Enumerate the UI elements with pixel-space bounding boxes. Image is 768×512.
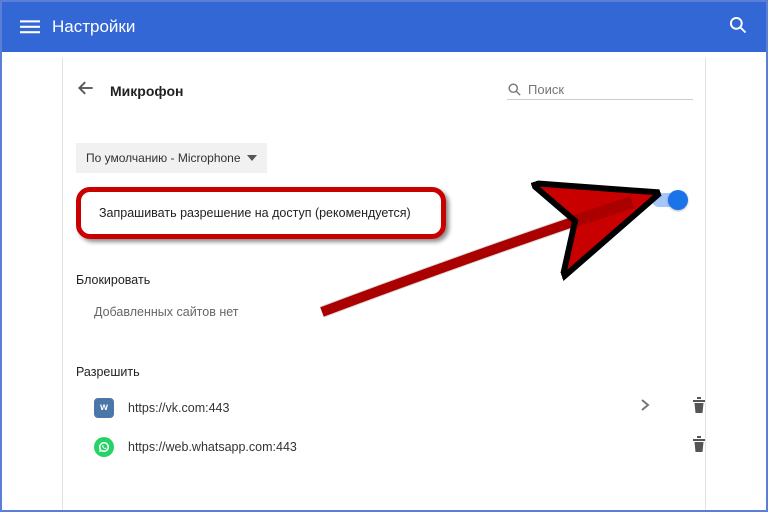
- back-arrow-icon[interactable]: [76, 78, 96, 103]
- whatsapp-icon: [94, 437, 114, 457]
- dropdown-label: По умолчанию - Microphone: [86, 151, 241, 165]
- vk-icon: w: [94, 398, 114, 418]
- site-url: https://vk.com:443: [128, 401, 632, 415]
- divider: [705, 58, 706, 510]
- menu-icon[interactable]: [20, 17, 40, 37]
- page-title: Микрофон: [110, 83, 183, 99]
- allow-heading: Разрешить: [76, 365, 706, 379]
- block-heading: Блокировать: [76, 273, 706, 287]
- allowed-site-row: w https://vk.com:443: [76, 397, 706, 418]
- microphone-device-dropdown[interactable]: По умолчанию - Microphone: [76, 143, 267, 173]
- search-input[interactable]: [522, 82, 704, 97]
- search-icon: [507, 82, 522, 97]
- app-bar: Настройки: [2, 2, 766, 52]
- divider: [62, 58, 63, 510]
- block-empty-text: Добавленных сайтов нет: [94, 305, 706, 319]
- ask-permission-label: Запрашивать разрешение на доступ (рекоме…: [99, 206, 411, 220]
- search-icon[interactable]: [728, 15, 748, 40]
- caret-down-icon: [247, 153, 257, 163]
- ask-permission-toggle[interactable]: [652, 193, 686, 207]
- ask-permission-row: Запрашивать разрешение на доступ (рекоме…: [76, 187, 446, 239]
- content-area: Микрофон По умолчанию - Microphone Запра…: [2, 52, 766, 457]
- delete-icon[interactable]: [692, 436, 706, 457]
- allowed-site-row: https://web.whatsapp.com:443: [76, 436, 706, 457]
- search-field[interactable]: [507, 80, 693, 100]
- delete-icon[interactable]: [692, 397, 706, 418]
- toggle-knob: [668, 190, 688, 210]
- site-url: https://web.whatsapp.com:443: [128, 440, 632, 454]
- settings-window: Настройки Микрофон По умолчанию - Microp…: [0, 0, 768, 512]
- chevron-right-icon[interactable]: [640, 398, 650, 417]
- app-bar-title: Настройки: [52, 17, 135, 37]
